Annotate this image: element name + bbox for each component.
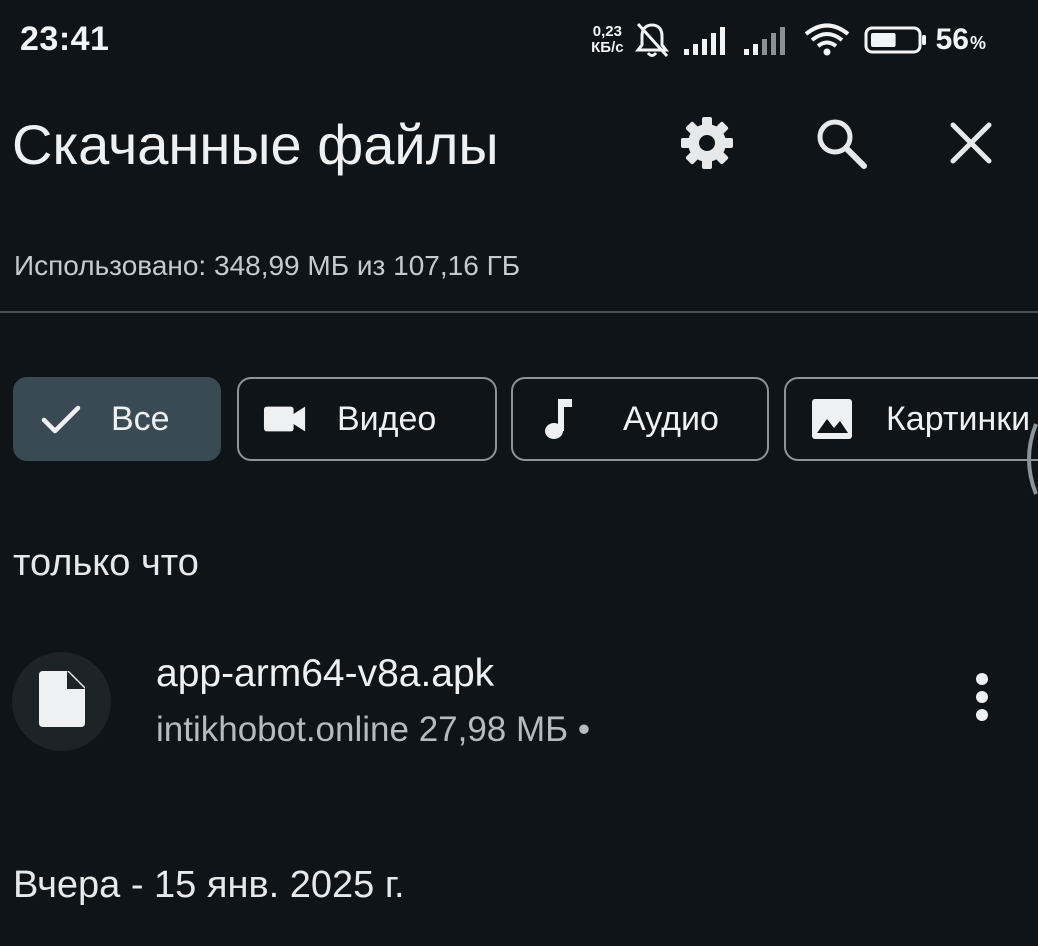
- battery-percentage: 56%: [936, 23, 986, 57]
- wifi-icon: [804, 23, 850, 57]
- file-avatar: [12, 652, 111, 751]
- music-note-icon: [537, 397, 581, 441]
- filter-chip-label: Все: [111, 399, 170, 438]
- search-button[interactable]: [808, 112, 874, 178]
- file-icon: [38, 671, 85, 732]
- filter-chip-all[interactable]: Все: [13, 377, 221, 461]
- filter-chips: Все Видео Аудио Картинки: [13, 377, 1038, 465]
- downloads-screen: 23:41 0,23 КБ/с 56 % Скачанные файлы Исп…: [0, 0, 1038, 946]
- divider: [0, 311, 1038, 313]
- storage-usage-text: Использовано: 348,99 МБ из 107,16 ГБ: [14, 250, 521, 281]
- section-header-yesterday: Вчера - 15 янв. 2025 г.: [13, 864, 405, 906]
- filter-chip-label: Картинки: [886, 399, 1031, 438]
- status-time: 23:41: [20, 20, 110, 58]
- settings-button[interactable]: [674, 112, 740, 178]
- status-icons: 0,23 КБ/с 56 %: [591, 18, 986, 62]
- page-title: Скачанные файлы: [12, 113, 499, 176]
- filter-chip-audio[interactable]: Аудио: [511, 377, 769, 461]
- gear-icon: [679, 115, 735, 176]
- signal-sim2-icon: [743, 25, 790, 55]
- close-button[interactable]: [938, 112, 1004, 178]
- close-icon: [948, 120, 994, 171]
- bell-off-icon: [634, 21, 670, 59]
- filter-chip-label: Аудио: [623, 399, 719, 438]
- image-icon: [810, 397, 854, 441]
- more-vert-icon: [974, 672, 990, 727]
- battery-percent-symbol: %: [969, 33, 986, 53]
- videocam-icon: [263, 397, 307, 441]
- network-speed-value: 0,23: [592, 23, 622, 40]
- file-meta: intikhobot.online 27,98 МБ •: [156, 710, 591, 749]
- filter-chip-pictures[interactable]: Картинки: [784, 377, 1038, 461]
- search-icon: [814, 116, 868, 175]
- battery-icon: [864, 25, 928, 55]
- file-name: app-arm64-v8a.apk: [156, 652, 495, 695]
- filter-chip-video[interactable]: Видео: [237, 377, 497, 461]
- section-header-just-now: только что: [13, 542, 199, 584]
- network-speed: 0,23 КБ/с: [591, 24, 623, 56]
- download-list-item[interactable]: app-arm64-v8a.apk intikhobot.online 27,9…: [0, 640, 1038, 760]
- check-icon: [39, 397, 83, 441]
- signal-sim1-icon: [683, 25, 730, 55]
- battery-percent-value: 56: [935, 23, 969, 56]
- filter-chip-label: Видео: [337, 399, 437, 438]
- scroll-indicator: [1016, 420, 1038, 498]
- network-speed-unit: КБ/с: [591, 39, 624, 56]
- more-options-button[interactable]: [952, 666, 1012, 732]
- battery-level-fill: [870, 33, 896, 47]
